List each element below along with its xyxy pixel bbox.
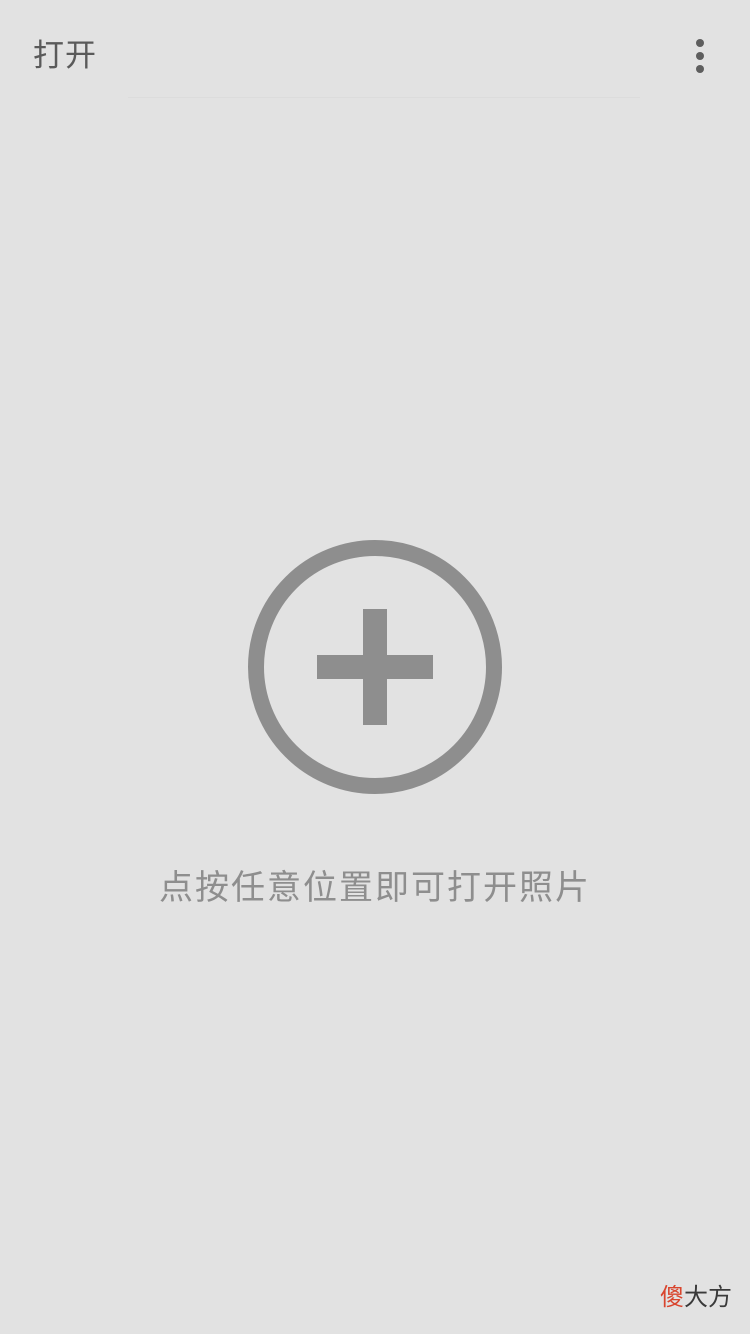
app-bar-divider <box>128 97 640 98</box>
photo-open-screen: 打开 点按任意位置即可打开照片 傻大方 <box>0 0 750 1334</box>
app-bar-title: 打开 <box>33 38 97 74</box>
watermark-accent-char: 傻 <box>660 1283 684 1311</box>
watermark-logo: 傻大方 <box>660 1282 732 1312</box>
menu-dot <box>696 65 704 73</box>
add-circle-icon[interactable] <box>247 539 503 795</box>
menu-dot <box>696 52 704 60</box>
more-vertical-icon[interactable] <box>684 36 716 76</box>
watermark-text: 大方 <box>684 1283 732 1311</box>
menu-dot <box>696 39 704 47</box>
open-photo-hint: 点按任意位置即可打开照片 <box>159 868 591 908</box>
app-bar: 打开 <box>0 0 750 110</box>
